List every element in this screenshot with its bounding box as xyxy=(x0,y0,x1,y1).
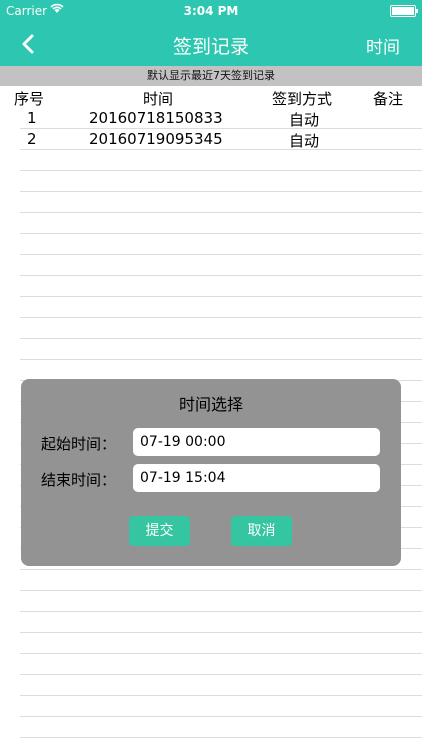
status-time: 3:04 PM xyxy=(183,4,239,18)
info-banner: 默认显示最近7天签到记录 xyxy=(0,66,422,86)
battery-icon xyxy=(390,5,418,17)
page-title: 签到记录 xyxy=(172,36,249,58)
row-index: 1 xyxy=(27,109,37,127)
time-filter-button[interactable]: 时间 xyxy=(366,33,400,58)
row-method: 自动 xyxy=(289,132,320,150)
end-time-label: 结束时间： xyxy=(41,471,117,489)
row-method: 自动 xyxy=(289,111,320,129)
end-time-field[interactable] xyxy=(133,464,380,492)
start-time-label: 起始时间： xyxy=(41,435,117,453)
dialog-title: 时间选择 xyxy=(178,395,243,414)
row-time: 20160719095345 xyxy=(89,130,223,148)
table-header: 序号 时间 签到方式 备注 xyxy=(0,88,422,108)
submit-button[interactable]: 提交 xyxy=(129,516,190,546)
start-time-field[interactable] xyxy=(133,428,380,456)
row-time: 20160718150833 xyxy=(89,109,223,127)
top-bar: Carrier 3:04 PM 签到记录 时间 xyxy=(0,0,422,66)
nav-bar: 签到记录 时间 xyxy=(0,22,422,66)
table-row[interactable]: 2 20160719095345 自动 xyxy=(0,130,422,150)
row-index: 2 xyxy=(27,130,37,148)
cancel-button[interactable]: 取消 xyxy=(231,516,292,546)
header-time: 时间 xyxy=(143,90,174,108)
header-index: 序号 xyxy=(14,90,45,108)
header-note: 备注 xyxy=(373,90,404,108)
status-bar: Carrier 3:04 PM xyxy=(0,0,422,22)
header-method: 签到方式 xyxy=(272,90,333,108)
table-row[interactable]: 1 20160718150833 自动 xyxy=(0,109,422,129)
time-select-dialog: 时间选择 起始时间： 结束时间： 提交 取消 xyxy=(21,379,401,566)
